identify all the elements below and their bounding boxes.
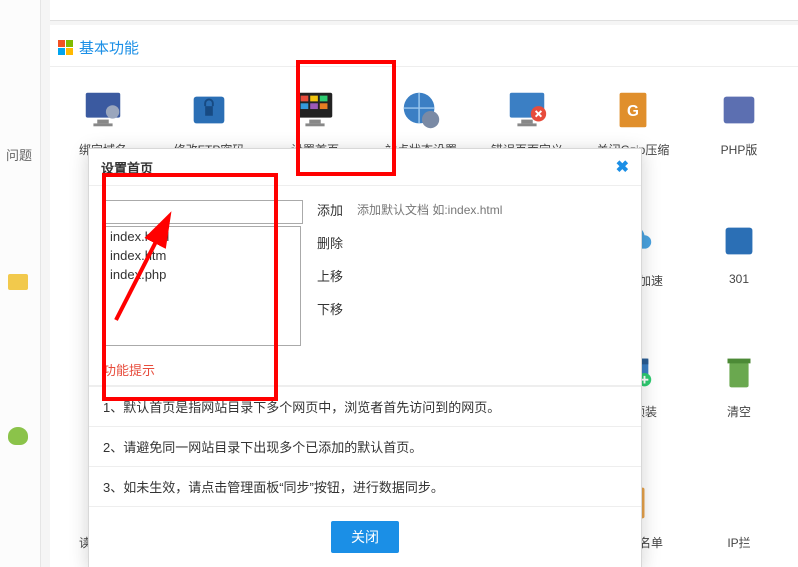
monitor-tiles-icon <box>292 87 338 133</box>
add-button[interactable]: 添加 <box>317 200 343 219</box>
svg-text:G: G <box>627 103 639 120</box>
lock-card-icon <box>186 87 232 133</box>
monitor-gear-icon <box>80 87 126 133</box>
modal-body: index.html index.htm index.php 添加 添加默认文档… <box>89 186 641 350</box>
move-down-button[interactable]: 下移 <box>317 299 502 318</box>
app-php-version[interactable]: PHP版 <box>686 87 792 158</box>
tip-item: 2、请避免同一网站目录下出现多个已添加的默认首页。 <box>89 426 641 466</box>
add-hint: 添加默认文档 如:index.html <box>357 201 502 218</box>
sidebar-icon-2[interactable] <box>8 427 28 445</box>
app-label: 清空 <box>727 403 751 420</box>
ipblock-icon <box>716 480 762 526</box>
globe-gear-icon <box>398 87 444 133</box>
tips-title: 功能提示 <box>89 350 641 385</box>
modal-close-button[interactable]: ✖ <box>616 157 629 177</box>
app-label: PHP版 <box>721 141 758 158</box>
list-item[interactable]: index.htm <box>104 246 300 265</box>
gzip-icon: G <box>610 87 656 133</box>
close-button[interactable]: 关闭 <box>331 521 399 553</box>
homepage-input[interactable] <box>103 200 303 224</box>
sidebar-icon-1[interactable] <box>8 274 28 290</box>
tips-list: 1、默认首页是指网站目录下多个网页中，浏览者首先访问到的网页。 2、请避免同一网… <box>89 385 641 506</box>
trash-icon <box>716 349 762 395</box>
app-ip-block[interactable]: IP拦 <box>686 480 792 551</box>
section-title: 基本功能 <box>50 25 798 67</box>
section-title-text: 基本功能 <box>79 37 139 58</box>
modal-title: 设置首页 <box>101 158 153 177</box>
app-label: IP拦 <box>727 534 750 551</box>
list-item[interactable]: index.php <box>104 265 300 284</box>
modal-header: 设置首页 ✖ <box>89 149 641 186</box>
grid-icon <box>58 40 73 55</box>
tip-item: 1、默认首页是指网站目录下多个网页中，浏览者首先访问到的网页。 <box>89 386 641 426</box>
delete-button[interactable]: 删除 <box>317 233 502 252</box>
sidebar-label: 问题 <box>6 145 32 164</box>
move-up-button[interactable]: 上移 <box>317 266 502 285</box>
app-label: 301 <box>729 272 749 286</box>
monitor-error-icon <box>504 87 550 133</box>
php-icon <box>716 87 762 133</box>
homepage-list[interactable]: index.html index.htm index.php <box>103 226 301 346</box>
app-301-redirect[interactable]: 301 <box>686 218 792 289</box>
list-item[interactable]: index.html <box>104 227 300 246</box>
app-clear[interactable]: 清空 <box>686 349 792 420</box>
modal-footer: 关闭 <box>89 506 641 567</box>
homepage-modal: 设置首页 ✖ index.html index.htm index.php 添加… <box>88 148 642 567</box>
tip-item: 3、如未生效，请点击管理面板“同步”按钮，进行数据同步。 <box>89 466 641 506</box>
top-header <box>50 0 798 21</box>
redirect-icon <box>716 218 762 264</box>
